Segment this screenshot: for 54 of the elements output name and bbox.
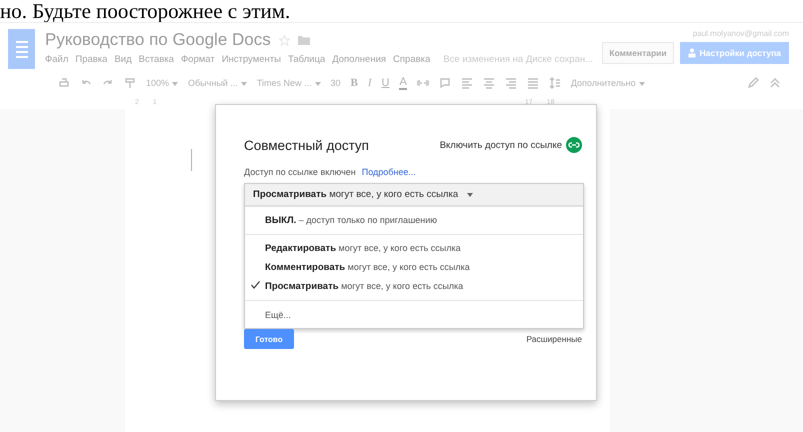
line-spacing-icon[interactable] <box>548 77 561 89</box>
comment-icon[interactable] <box>438 77 451 89</box>
text-cursor <box>191 149 192 171</box>
access-dropdown[interactable]: Просматривать могут все, у кого есть ссылка <box>245 184 583 206</box>
pencil-icon[interactable] <box>747 77 759 89</box>
access-option[interactable]: Ещё... <box>245 305 583 324</box>
comments-button[interactable]: Комментарии <box>602 42 674 64</box>
caret-icon <box>638 82 645 86</box>
underline-button[interactable]: U <box>382 77 390 89</box>
access-option[interactable]: Просматривать могут все, у кого есть ссылка <box>245 277 583 296</box>
learn-more-link[interactable]: Подробнее... <box>362 167 416 177</box>
access-option[interactable]: Редактировать могут все, у кого есть ссылка <box>245 239 583 258</box>
text-color-button[interactable]: A <box>399 76 407 90</box>
caret-icon <box>467 192 474 196</box>
menu-item[interactable]: Файл <box>45 54 68 65</box>
link-sharing-label[interactable]: Включить доступ по ссылке <box>440 140 562 150</box>
paint-format-icon[interactable] <box>124 77 136 89</box>
more-menu[interactable]: Дополнительно <box>570 78 645 88</box>
zoom-select[interactable]: 100% <box>146 78 178 88</box>
share-button[interactable]: Настройки доступа <box>680 42 789 64</box>
menu-item[interactable]: Вставка <box>138 54 174 65</box>
menu-item[interactable]: Дополнения <box>332 54 386 65</box>
person-icon <box>688 48 696 58</box>
align-left-icon[interactable] <box>460 77 473 89</box>
done-button[interactable]: Готово <box>244 329 294 349</box>
advanced-link[interactable]: Расширенные <box>526 334 582 344</box>
folder-icon[interactable] <box>298 35 310 45</box>
font-select[interactable]: Times New ... <box>256 78 320 88</box>
caret-icon <box>314 82 320 86</box>
print-icon[interactable] <box>58 77 70 89</box>
access-option[interactable]: Комментировать могут все, у кого есть ссылка <box>245 258 583 277</box>
style-select[interactable]: Обычный ... <box>188 78 247 88</box>
collapse-icon[interactable] <box>769 77 781 89</box>
menu-item[interactable]: Формат <box>180 54 215 65</box>
caret-icon <box>172 82 178 86</box>
bold-button[interactable]: B <box>350 77 358 89</box>
menu-item[interactable]: Инструменты <box>222 54 281 65</box>
docs-logo-icon[interactable] <box>8 29 35 69</box>
access-option[interactable]: ВЫКЛ. – доступ только по приглашению <box>245 211 583 230</box>
menu-item[interactable]: Правка <box>75 54 108 65</box>
link-icon[interactable] <box>566 137 582 153</box>
align-right-icon[interactable] <box>504 77 517 89</box>
align-center-icon[interactable] <box>482 77 495 89</box>
italic-button[interactable]: I <box>368 77 372 89</box>
justify-icon[interactable] <box>526 77 539 89</box>
dialog-title: Совместный доступ <box>244 138 369 152</box>
document-title[interactable]: Руководство по Google Docs <box>45 30 271 50</box>
menu-item[interactable]: Таблица <box>288 54 326 65</box>
font-size-select[interactable]: 30 <box>330 78 341 88</box>
menu-item[interactable]: Вид <box>114 54 132 65</box>
menu-item[interactable]: Справка <box>393 54 430 65</box>
checkmark-icon <box>251 281 260 289</box>
caret-icon <box>240 82 247 86</box>
link-status-text: Доступ по ссылке включен <box>244 167 356 177</box>
